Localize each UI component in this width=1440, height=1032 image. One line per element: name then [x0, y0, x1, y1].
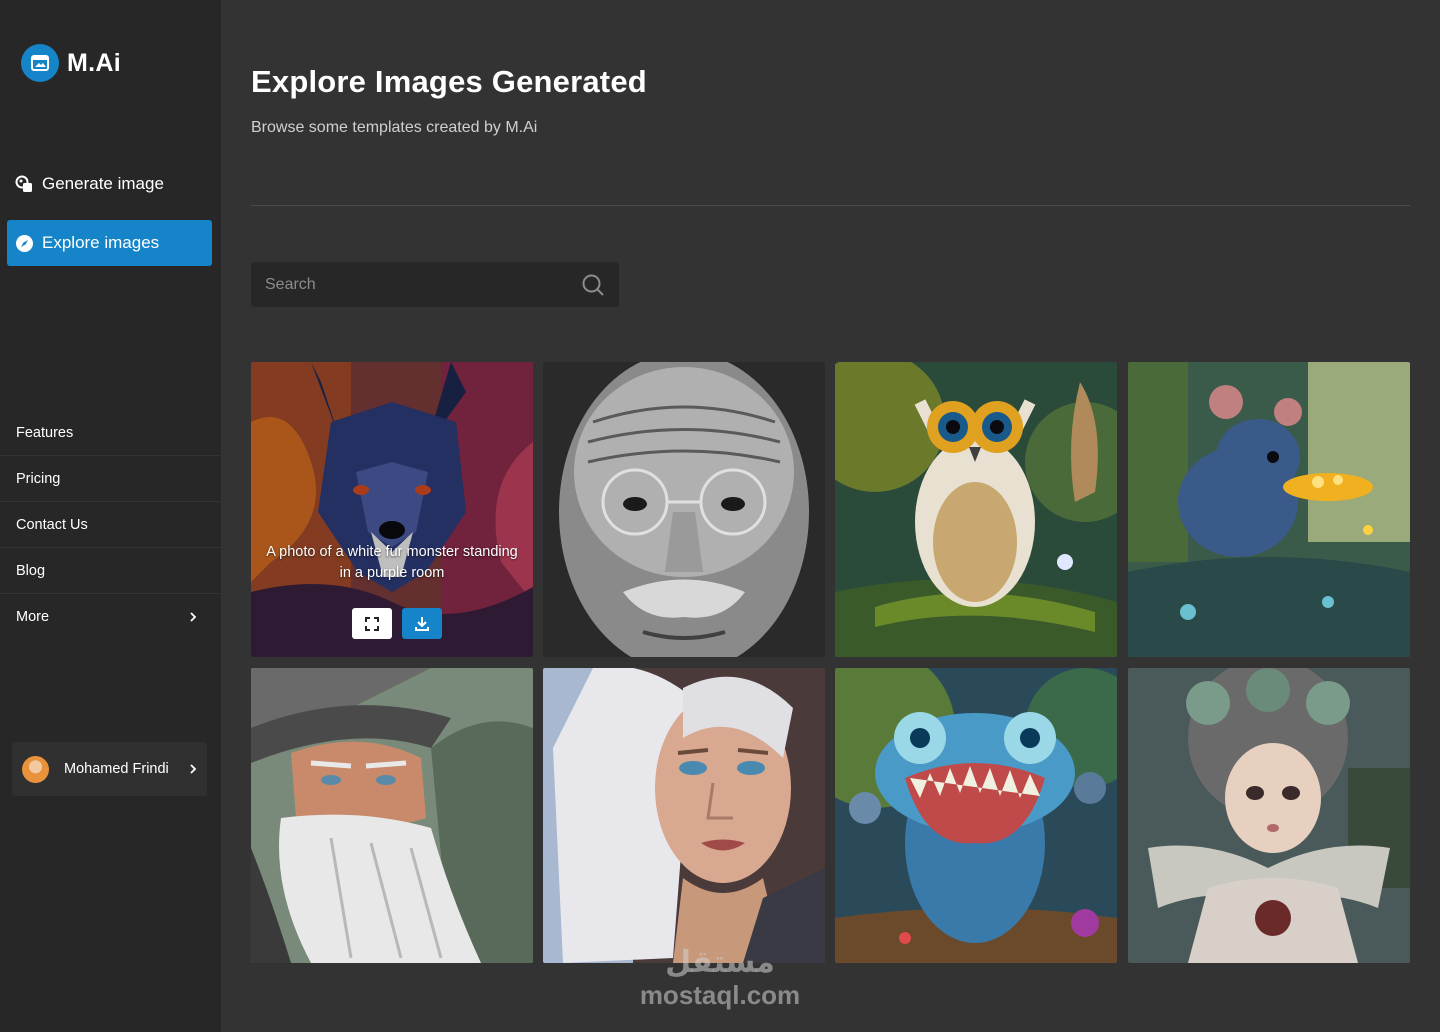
brand-logo[interactable]: M.Ai [21, 44, 121, 82]
user-profile[interactable]: Mohamed Frindi [12, 742, 207, 796]
divider [251, 205, 1410, 206]
nav-explore-label: Explore images [42, 233, 160, 252]
link-contact-us[interactable]: Contact Us [0, 502, 221, 548]
compass-icon [15, 234, 34, 253]
link-label: Blog [16, 562, 46, 579]
search-box [251, 262, 619, 307]
gallery-image-monster[interactable] [835, 668, 1117, 963]
page-subtitle: Browse some templates created by M.Ai [251, 119, 538, 136]
gallery-image-woman[interactable] [543, 668, 825, 963]
old-man-image [543, 362, 825, 657]
avatar [22, 755, 49, 783]
search-icon[interactable] [581, 273, 605, 297]
fullscreen-button[interactable] [352, 608, 392, 639]
link-blog[interactable]: Blog [0, 548, 221, 594]
user-name: Mohamed Frindi [64, 761, 169, 777]
secondary-links: Features Pricing Contact Us Blog More [0, 410, 221, 640]
image-caption: A photo of a white fur monster standing … [266, 544, 518, 581]
wizard-image [251, 668, 533, 963]
chevron-right-icon [190, 764, 197, 774]
link-label: Features [16, 424, 74, 441]
monster-image [835, 668, 1117, 963]
link-label: Contact Us [16, 516, 88, 533]
gallery-image-wizard[interactable] [251, 668, 533, 963]
brand-name: M.Ai [67, 48, 121, 77]
nav-explore-images[interactable]: Explore images [7, 220, 212, 266]
chevron-right-icon [190, 612, 197, 622]
watermark: مستقل mostaql.com [632, 946, 808, 1010]
gallery-image-wolf[interactable]: A photo of a white fur monster standing … [251, 362, 533, 657]
search-input[interactable] [265, 275, 581, 294]
download-icon [415, 617, 429, 631]
link-more[interactable]: More [0, 594, 221, 640]
sidebar: M.Ai Generate image Explore images Featu… [0, 0, 221, 1032]
doll-girl-image [1128, 668, 1410, 963]
gallery-image-owl[interactable] [835, 362, 1117, 657]
watermark-arabic: مستقل [665, 946, 775, 979]
link-label: More [16, 609, 50, 625]
mouse-image [1128, 362, 1410, 657]
download-button[interactable] [402, 608, 442, 639]
woman-image [543, 668, 825, 963]
expand-icon [365, 616, 379, 631]
page-title: Explore Images Generated [251, 64, 647, 99]
watermark-latin: mostaql.com [639, 980, 801, 1010]
gallery-image-doll-girl[interactable] [1128, 668, 1410, 963]
hover-overlay [251, 362, 533, 657]
gallery-image-mouse[interactable] [1128, 362, 1410, 657]
gallery-image-old-man[interactable] [543, 362, 825, 657]
nav-generate-image[interactable]: Generate image [7, 161, 212, 207]
link-features[interactable]: Features [0, 410, 221, 456]
owl-image [835, 362, 1117, 657]
image-icon [21, 44, 59, 82]
generate-image-icon [15, 175, 34, 194]
link-label: Pricing [16, 470, 61, 487]
nav-generate-label: Generate image [42, 174, 164, 193]
link-pricing[interactable]: Pricing [0, 456, 221, 502]
